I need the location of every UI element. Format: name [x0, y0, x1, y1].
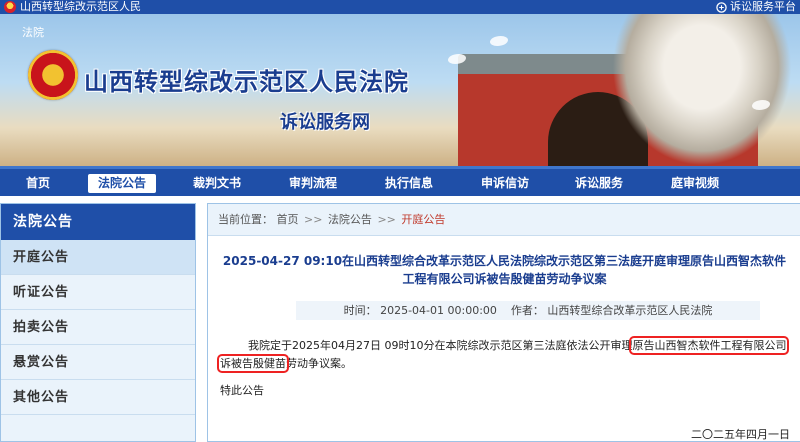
article-notice: 特此公告 [220, 384, 264, 397]
stone-lion-illustration [612, 14, 792, 166]
banner-site-tag: 法院 [22, 26, 44, 39]
nav-item-court-notices[interactable]: 法院公告 [88, 174, 156, 193]
nav-item-trial-process[interactable]: 审判流程 [280, 174, 346, 193]
article-body-part2: 劳动争议案。 [286, 357, 352, 370]
sidebar-item-hearing-proceedings[interactable]: 听证公告 [1, 275, 195, 310]
article-author-label: 作者： [510, 304, 544, 317]
article-time-label: 时间： [343, 304, 377, 317]
breadcrumb-section[interactable]: 法院公告 [328, 213, 372, 226]
sidebar-heading: 法院公告 [1, 204, 195, 240]
nav-item-petitions[interactable]: 申诉信访 [472, 174, 538, 193]
breadcrumb-separator: >> [304, 213, 323, 226]
sidebar-item-auction-notices[interactable]: 拍卖公告 [1, 310, 195, 345]
article-title: 2025-04-27 09:10在山西转型综合改革示范区人民法院综改示范区第三法… [208, 252, 800, 288]
article-title-line2: 工程有限公司诉被告殷健苗劳动争议案 [402, 272, 607, 286]
main-nav: 首页 法院公告 裁判文书 审判流程 执行信息 申诉信访 诉讼服务 庭审视频 [0, 166, 800, 196]
breadcrumb: 当前位置： 首页 >> 法院公告 >> 开庭公告 [208, 204, 800, 236]
main-content: 当前位置： 首页 >> 法院公告 >> 开庭公告 2025-04-27 09:1… [207, 203, 800, 442]
breadcrumb-home[interactable]: 首页 [277, 213, 299, 226]
article-date: 二〇二五年四月一日 [691, 428, 790, 441]
litigation-platform-link[interactable]: 诉讼服务平台 [716, 0, 796, 14]
site-title: 山西转型综改示范区人民法院 [84, 68, 409, 96]
sidebar: 法院公告 开庭公告 听证公告 拍卖公告 悬赏公告 其他公告 [0, 203, 196, 442]
litigation-platform-label: 诉讼服务平台 [730, 0, 796, 13]
site-banner: 法院 山西转型综改示范区人民法院 诉讼服务网 [0, 14, 800, 166]
article-time-value: 2025-04-01 00:00:00 [380, 304, 497, 317]
article-title-line1: 2025-04-27 09:10在山西转型综合改革示范区人民法院综改示范区第三法… [222, 254, 787, 268]
nav-item-litigation-services[interactable]: 诉讼服务 [566, 174, 632, 193]
nav-item-judgments[interactable]: 裁判文书 [184, 174, 250, 193]
litigation-platform-icon [716, 1, 727, 13]
nav-item-trial-video[interactable]: 庭审视频 [662, 174, 728, 193]
plaintiff-highlight: 原告山西智杰软件工程有限公司 [629, 336, 790, 355]
defendant-highlight: 诉被告殷健苗 [217, 354, 289, 373]
top-bar-left[interactable]: 山西转型综改示范区人民 [4, 0, 141, 14]
breadcrumb-current[interactable]: 开庭公告 [401, 213, 445, 226]
dove-icon [490, 36, 508, 46]
court-emblem-icon [28, 50, 78, 100]
site-subtitle: 诉讼服务网 [280, 112, 370, 133]
breadcrumb-label: 当前位置： [218, 213, 273, 226]
article-author-value: 山西转型综合改革示范区人民法院 [547, 304, 713, 317]
top-bar-site-name: 山西转型综改示范区人民 [20, 0, 141, 13]
sidebar-item-reward-notices[interactable]: 悬赏公告 [1, 345, 195, 380]
nav-item-enforcement[interactable]: 执行信息 [376, 174, 442, 193]
nav-item-home[interactable]: 首页 [14, 174, 62, 193]
article-meta: 时间： 2025-04-01 00:00:00 作者： 山西转型综合改革示范区人… [296, 301, 760, 320]
article-body-part1: 我院定于2025年04月27日 09时10分在本院综改示范区第三法庭依法公开审理 [248, 339, 633, 352]
top-bar: 山西转型综改示范区人民 诉讼服务平台 [0, 0, 800, 14]
court-emblem-icon [4, 1, 16, 13]
sidebar-item-other-notices[interactable]: 其他公告 [1, 380, 195, 415]
sidebar-item-hearing-notices[interactable]: 开庭公告 [1, 240, 195, 275]
breadcrumb-separator: >> [377, 213, 396, 226]
article-body: 我院定于2025年04月27日 09时10分在本院综改示范区第三法庭依法公开审理… [217, 336, 790, 373]
